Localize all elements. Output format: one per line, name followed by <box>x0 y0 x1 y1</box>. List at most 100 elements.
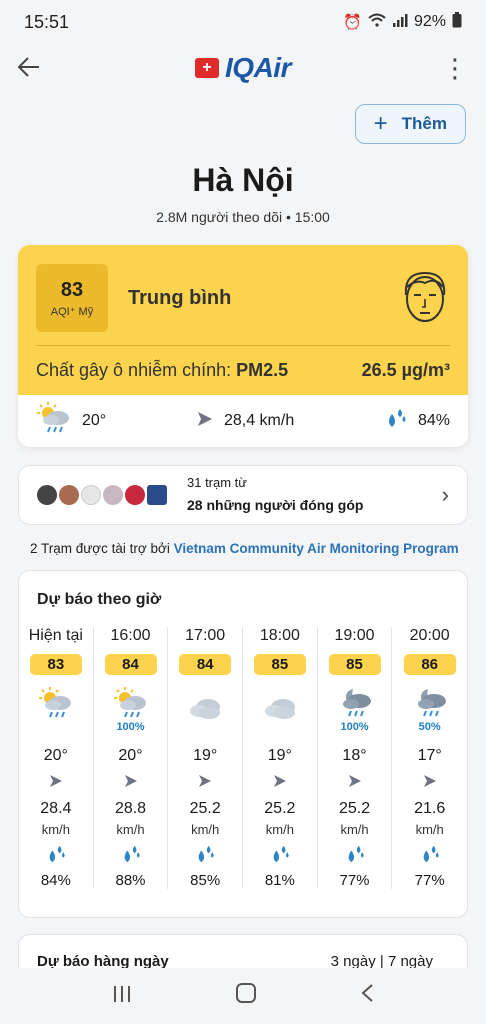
sponsor-prefix: 2 Trạm được tài trợ bởi <box>30 541 170 556</box>
main-pollutant-row: Chất gây ô nhiễm chính: PM2.5 26.5 µg/m³ <box>18 346 468 395</box>
hourly-wind-unit: km/h <box>41 821 70 837</box>
home-icon[interactable] <box>235 982 257 1011</box>
hourly-column: 17:00 84 19° 25.2 km/h 85% <box>168 627 244 889</box>
avatar <box>37 485 57 505</box>
hourly-rain-chance: 100% <box>340 721 369 733</box>
hourly-humidity: 84% <box>40 871 71 889</box>
hourly-column: Hiện tại 83 20° 28.4 km/h 84% <box>19 627 94 889</box>
signal-icon <box>392 13 408 31</box>
hourly-column: 18:00 85 19° 25.2 km/h 81% <box>243 627 318 889</box>
wind-direction-icon <box>196 410 214 433</box>
avatar <box>81 485 101 505</box>
recent-apps-icon[interactable] <box>112 982 132 1010</box>
sun-cloud-rain-icon <box>113 681 149 721</box>
current-weather: 20° 28,4 km/h 84% <box>18 395 468 447</box>
battery-percent: 92% <box>413 13 446 30</box>
sponsor-link[interactable]: Vietnam Community Air Monitoring Program <box>174 541 459 556</box>
avatar <box>125 485 145 505</box>
hourly-column: 19:00 85 100% 18° 25.2 km/h 77% <box>318 627 393 889</box>
stations-card[interactable]: 31 trạm từ 28 những người đóng góp › <box>18 465 468 525</box>
sun-cloud-rain-icon <box>36 401 72 441</box>
moon-cloud-rain-icon <box>337 681 373 721</box>
current-wind: 28,4 km/h <box>223 412 295 429</box>
pollutant-name: PM2.5 <box>236 360 289 380</box>
wind-direction-icon <box>48 773 64 794</box>
current-humidity: 84% <box>417 412 450 429</box>
iqair-logo: + IQAir <box>195 52 291 84</box>
hourly-humidity: 85% <box>190 871 221 889</box>
hourly-columns[interactable]: Hiện tại 83 20° 28.4 km/h 84% 16:00 84 100% 20° 28… <box>19 627 467 889</box>
wind-direction-icon <box>422 773 438 794</box>
wind-direction-icon <box>347 773 363 794</box>
logo-text: IQAir <box>225 52 291 83</box>
humidity-icon <box>194 845 216 870</box>
avatar <box>147 485 167 505</box>
followers-count: 2.8M người theo dõi <box>156 209 283 225</box>
hourly-column: 20:00 86 50% 17° 21.6 km/h 77% <box>392 627 467 889</box>
face-icon <box>400 269 450 327</box>
hourly-temp: 19° <box>267 746 292 764</box>
hourly-forecast-card: Dự báo theo giờ Hiện tại 83 20° 28.4 km/h 84%… <box>18 570 468 918</box>
stations-count: 31 trạm từ <box>187 475 247 491</box>
hourly-temp: 17° <box>417 747 442 764</box>
hourly-wind-speed: 21.6 <box>414 800 446 817</box>
hourly-title: Dự báo theo giờ <box>37 591 162 608</box>
sun-cloud-rain-icon <box>38 681 74 722</box>
hourly-time: 16:00 <box>110 627 151 644</box>
alarm-icon: ⏰ <box>343 14 362 31</box>
hourly-humidity: 77% <box>414 872 445 889</box>
hourly-rain-chance: 50% <box>418 721 441 733</box>
humidity-icon <box>45 845 67 870</box>
contributor-avatars <box>37 485 167 505</box>
pollutant-concentration: 26.5 µg/m³ <box>361 360 450 380</box>
hourly-humidity: 88% <box>115 872 146 889</box>
status-time: 15:51 <box>24 11 70 32</box>
current-temp: 20° <box>82 412 107 429</box>
hourly-wind-unit: km/h <box>191 821 220 837</box>
hourly-temp: 20° <box>118 747 143 764</box>
sponsor-text: 2 Trạm được tài trợ bởi Vietnam Communit… <box>30 541 486 556</box>
hourly-column: 16:00 84 100% 20° 28.8 km/h 88% <box>94 627 169 889</box>
hourly-wind-unit: km/h <box>340 822 369 837</box>
aqi-value: 83 <box>60 278 84 301</box>
hourly-rain-chance: 100% <box>116 721 145 733</box>
hourly-aqi-badge: 83 <box>29 653 82 675</box>
back-nav-icon[interactable] <box>360 982 374 1010</box>
hourly-humidity: 81% <box>264 871 295 889</box>
humidity-icon <box>344 845 366 870</box>
hourly-time: 18:00 <box>259 627 300 644</box>
back-arrow-icon[interactable] <box>17 52 50 84</box>
avatar <box>103 485 123 505</box>
hourly-temp: 20° <box>43 746 68 764</box>
hourly-aqi-badge: 84 <box>179 653 232 675</box>
cloud-icon <box>187 681 223 722</box>
aqi-unit: AQI⁺ Mỹ <box>50 305 94 318</box>
system-nav-bar <box>0 968 486 1024</box>
aqi-card[interactable]: 83 AQI⁺ Mỹ Trung bình Chất gây ô nhiễm c… <box>18 245 468 447</box>
status-icons: ⏰ 92% <box>343 12 462 32</box>
pollutant-label: Chất gây ô nhiễm chính: <box>36 360 232 380</box>
hourly-time: Hiện tại <box>28 627 83 644</box>
wifi-icon <box>368 13 386 31</box>
contributors-count: 28 những người đóng góp <box>187 497 364 514</box>
app-bar: + IQAir ⋮ <box>0 44 486 92</box>
humidity-icon <box>384 408 408 435</box>
add-button[interactable]: + Thêm <box>354 104 466 144</box>
hourly-time: 19:00 <box>334 627 375 644</box>
meta-separator: • <box>286 209 295 225</box>
hourly-wind-speed: 25.2 <box>264 799 296 817</box>
city-meta: 2.8M người theo dõi • 15:00 <box>0 209 486 225</box>
hourly-wind-speed: 28.4 <box>40 799 72 817</box>
hourly-aqi-badge: 85 <box>328 653 381 675</box>
hourly-time: 20:00 <box>409 627 450 644</box>
hourly-temp: 19° <box>193 746 218 764</box>
hourly-wind-speed: 25.2 <box>338 800 371 817</box>
more-vert-icon[interactable]: ⋮ <box>436 55 468 81</box>
city-name: Hà Nội <box>192 162 294 198</box>
plus-icon: + <box>373 110 388 137</box>
hourly-wind-unit: km/h <box>265 821 294 837</box>
hourly-aqi-badge: 84 <box>104 653 157 675</box>
avatar <box>59 485 79 505</box>
battery-icon <box>452 12 462 32</box>
humidity-icon <box>120 845 142 870</box>
